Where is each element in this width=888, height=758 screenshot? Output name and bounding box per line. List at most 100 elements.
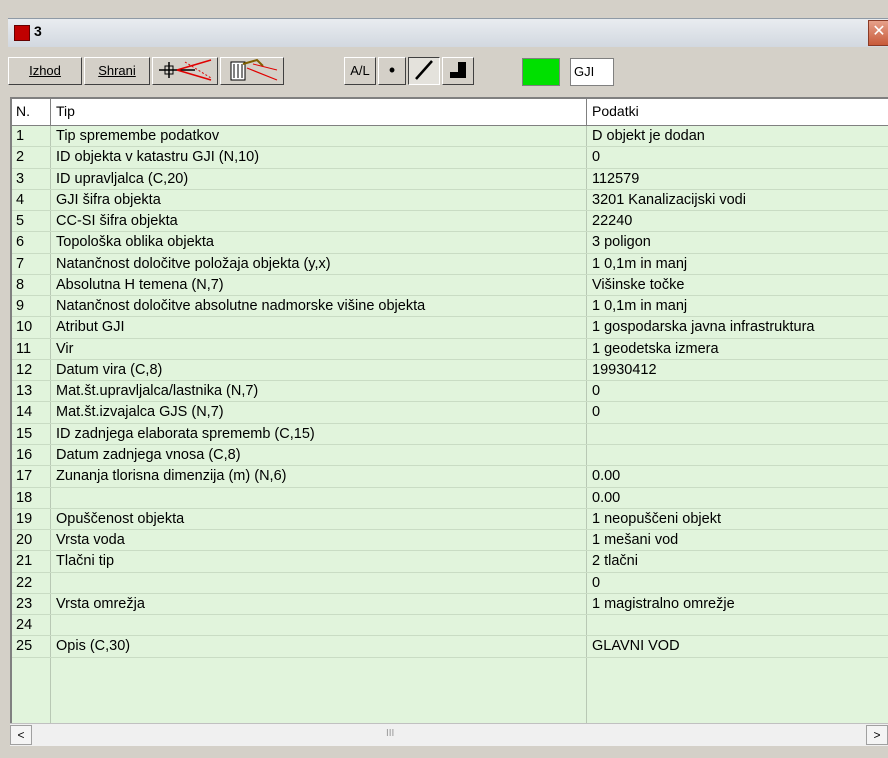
row-number: 12: [16, 361, 33, 378]
header-n[interactable]: N.: [16, 103, 30, 119]
row-number: 3: [16, 170, 25, 187]
table-row[interactable]: 9 Natančnost določitve absolutne nadmorsk…: [12, 296, 888, 318]
row-value[interactable]: D objekt je dodan: [592, 128, 705, 144]
row-number: 9: [16, 298, 25, 315]
table-row[interactable]: 4 GJI šifra objekta 3201 Kanalizacijski vo…: [12, 190, 888, 212]
table-row[interactable]: 11 Vir 1 geodetska izmera: [12, 339, 888, 360]
row-type: Datum zadnjega vnosa (C,8): [56, 446, 241, 463]
al-button-label: A/L: [350, 63, 370, 78]
table-row[interactable]: 8 Absolutna H temena (N,7) Višinske točke: [12, 275, 888, 297]
table-row[interactable]: 7 Natančnost določitve položaja objekta (…: [12, 254, 888, 275]
point-mode-button[interactable]: •: [378, 57, 406, 85]
table-row[interactable]: 16 Datum zadnjega vnosa (C,8): [12, 445, 888, 467]
scroll-thumb-grip[interactable]: III: [386, 728, 394, 739]
horizontal-scrollbar[interactable]: < III >: [10, 723, 888, 746]
row-type: Natančnost določitve absolutne nadmorske…: [56, 298, 426, 315]
al-button[interactable]: A/L: [344, 57, 376, 85]
row-type: Natančnost določitve položaja objekta (y…: [56, 255, 331, 272]
row-value[interactable]: 1 geodetska izmera: [592, 341, 719, 357]
row-value[interactable]: 1 mešani vod: [592, 532, 678, 548]
row-value[interactable]: 1 neopuščeni objekt: [592, 511, 721, 527]
scroll-left-button[interactable]: <: [10, 725, 32, 745]
table-row[interactable]: 24: [12, 615, 888, 637]
table-row[interactable]: 21 Tlačni tip 2 tlačni: [12, 551, 888, 573]
row-value[interactable]: GLAVNI VOD: [592, 638, 680, 654]
column-divider[interactable]: [50, 99, 51, 125]
step-polygon-icon: [450, 62, 466, 78]
row-value[interactable]: 0.00: [592, 468, 620, 484]
row-value[interactable]: 2 tlačni: [592, 553, 638, 569]
table-row[interactable]: 5 CC-SI šifra objekta 22240: [12, 211, 888, 233]
row-value[interactable]: 22240: [592, 213, 632, 229]
row-number: 1: [16, 128, 25, 144]
row-value[interactable]: 0: [592, 149, 600, 165]
row-type: Vir: [56, 340, 74, 357]
row-number: 5: [16, 213, 25, 230]
row-value[interactable]: 1 0,1m in manj: [592, 256, 687, 272]
color-swatch[interactable]: [522, 58, 560, 86]
line-tool-button[interactable]: [152, 57, 218, 85]
table-row[interactable]: 22 0: [12, 573, 888, 594]
row-value[interactable]: 19930412: [592, 362, 657, 378]
close-button[interactable]: ✕: [868, 20, 888, 46]
row-type: Tlačni tip: [56, 553, 115, 570]
save-button[interactable]: Shrani: [84, 57, 150, 85]
row-type: CC-SI šifra objekta: [56, 213, 178, 230]
row-type: Mat.št.upravljalca/lastnika (N,7): [56, 383, 259, 400]
row-type: Tip spremembe podatkov: [56, 128, 220, 144]
table-row[interactable]: 20 Vrsta voda 1 mešani vod: [12, 530, 888, 552]
exit-button[interactable]: Izhod: [8, 57, 82, 85]
row-type: Zunanja tlorisna dimenzija (m) (N,6): [56, 468, 287, 485]
table-row[interactable]: 18 0.00: [12, 488, 888, 509]
row-value[interactable]: 3201 Kanalizacijski vodi: [592, 192, 746, 208]
row-value[interactable]: 112579: [592, 171, 639, 187]
row-number: 17: [16, 468, 33, 485]
area-mode-button[interactable]: [442, 57, 474, 85]
row-number: 21: [16, 553, 33, 570]
row-type: Opis (C,30): [56, 638, 131, 655]
row-number: 23: [16, 595, 33, 612]
row-value[interactable]: 1 magistralno omrežje: [592, 596, 735, 612]
column-divider[interactable]: [586, 99, 587, 125]
table-row[interactable]: 13 Mat.št.upravljalca/lastnika (N,7) 0: [12, 381, 888, 403]
row-type: Atribut GJI: [56, 319, 125, 336]
pipe-tool-button[interactable]: [220, 57, 284, 85]
table-row[interactable]: 12 Datum vira (C,8) 19930412: [12, 360, 888, 382]
table-row[interactable]: 10 Atribut GJI 1 gospodarska javna infrast…: [12, 317, 888, 339]
table-row[interactable]: 14 Mat.št.izvajalca GJS (N,7) 0: [12, 402, 888, 424]
row-number: 15: [16, 425, 33, 442]
header-podatki[interactable]: Podatki: [592, 103, 639, 119]
table-row[interactable]: 2 ID objekta v katastru GJI (N,10) 0: [12, 147, 888, 169]
table-row[interactable]: 17 Zunanja tlorisna dimenzija (m) (N,6) 0.…: [12, 466, 888, 488]
app-window: 3 ✕ Izhod Shrani A/L • GJI N. Tip Podatk…: [0, 0, 888, 758]
row-number: 20: [16, 532, 33, 549]
row-value[interactable]: 3 poligon: [592, 234, 651, 250]
header-tip[interactable]: Tip: [56, 103, 75, 119]
row-type: Mat.št.izvajalca GJS (N,7): [56, 404, 224, 421]
row-value[interactable]: 1 0,1m in manj: [592, 298, 687, 314]
title-bar[interactable]: 3 ✕: [8, 18, 888, 47]
row-value[interactable]: 0: [592, 383, 600, 399]
row-number: 18: [16, 489, 33, 506]
row-value[interactable]: 0: [592, 404, 600, 420]
row-type: ID objekta v katastru GJI (N,10): [56, 149, 260, 166]
table-row[interactable]: 1 Tip spremembe podatkov D objekt je dodan: [12, 126, 888, 148]
table-row[interactable]: 3 ID upravljalca (C,20) 112579: [12, 169, 888, 190]
scroll-right-button[interactable]: >: [866, 725, 888, 745]
grid-rows: 1 Tip spremembe podatkov D objekt je dodan…: [12, 126, 888, 658]
row-value[interactable]: 0: [592, 575, 600, 591]
table-row[interactable]: 23 Vrsta omrežja 1 magistralno omrežje: [12, 594, 888, 616]
line-mode-button[interactable]: [408, 57, 440, 85]
row-value[interactable]: Višinske točke: [592, 277, 684, 293]
table-row[interactable]: 6 Topološka oblika objekta 3 poligon: [12, 232, 888, 254]
row-value[interactable]: 0.00: [592, 490, 620, 506]
row-type: ID zadnjega elaborata sprememb (C,15): [56, 425, 315, 442]
row-number: 14: [16, 404, 33, 421]
table-row[interactable]: 19 Opuščenost objekta 1 neopuščeni objekt: [12, 509, 888, 531]
table-row[interactable]: 25 Opis (C,30) GLAVNI VOD: [12, 636, 888, 658]
row-value[interactable]: 1 gospodarska javna infrastruktura: [592, 319, 814, 335]
row-type: Topološka oblika objekta: [56, 234, 214, 251]
row-type: GJI šifra objekta: [56, 191, 161, 208]
code-field[interactable]: GJI: [570, 58, 614, 86]
table-row[interactable]: 15 ID zadnjega elaborata sprememb (C,15): [12, 424, 888, 445]
